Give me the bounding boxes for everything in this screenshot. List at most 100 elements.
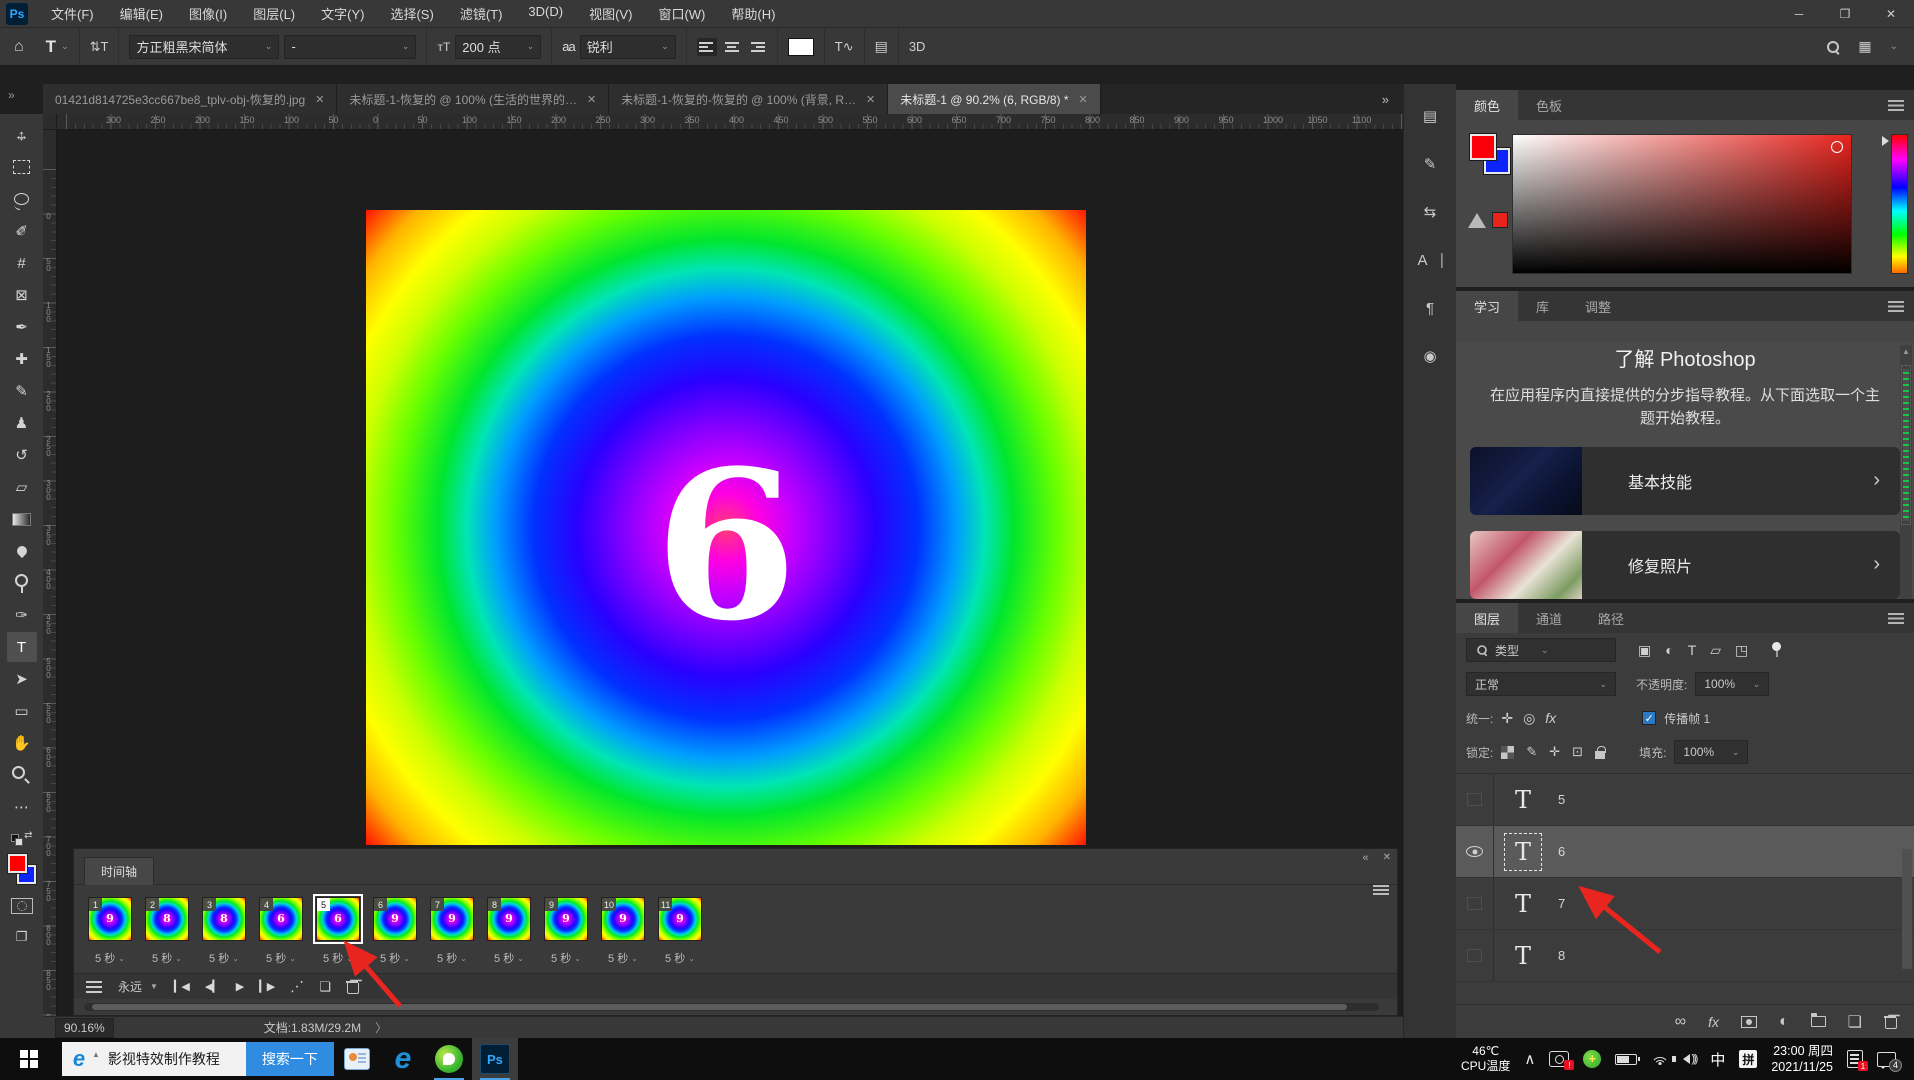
- frame-duration-select[interactable]: 5 秒⌄: [373, 950, 417, 966]
- new-group-icon[interactable]: [1811, 1016, 1826, 1027]
- new-layer-icon[interactable]: ❏: [1848, 1012, 1862, 1032]
- frame-duration-select[interactable]: 5 秒⌄: [430, 950, 474, 966]
- previous-frame-button[interactable]: ◀▎: [205, 980, 220, 993]
- delete-layer-icon[interactable]: [1884, 1015, 1896, 1028]
- gradient-tool[interactable]: [7, 504, 37, 534]
- menu-item[interactable]: 图层(L): [240, 0, 308, 27]
- document-tab[interactable]: 未标题-1-恢复的-恢复的 @ 100% (背景, R… ✕: [609, 84, 888, 114]
- workspace-icon[interactable]: ▦: [1858, 38, 1871, 55]
- lock-position-icon[interactable]: ✛: [1549, 744, 1560, 760]
- visibility-toggle[interactable]: [1456, 826, 1494, 877]
- taskbar-app-contacts[interactable]: [334, 1038, 380, 1080]
- document-tab[interactable]: 未标题-1 @ 90.2% (6, RGB/8) * ✕: [888, 84, 1100, 114]
- libraries-panel-icon[interactable]: ▤: [1415, 102, 1445, 130]
- frame-thumbnail[interactable]: 3 8: [202, 897, 246, 941]
- convert-to-video-timeline-icon[interactable]: [86, 981, 102, 993]
- blend-mode-select[interactable]: 正常⌄: [1466, 672, 1616, 696]
- frame-thumbnail[interactable]: 4 6: [259, 897, 303, 941]
- tab-close-icon[interactable]: ✕: [1079, 93, 1088, 106]
- layer-thumbnail[interactable]: T: [1504, 833, 1542, 871]
- lock-all-icon[interactable]: [1595, 751, 1605, 759]
- frame-thumbnail[interactable]: 9 9: [544, 897, 588, 941]
- animation-frame[interactable]: 4 6 5 秒⌄: [259, 897, 303, 966]
- document-tab[interactable]: 01421d814725e3cc667be8_tplv-obj-恢复的.jpg …: [43, 84, 337, 114]
- loop-select[interactable]: 永远 ▼: [118, 978, 158, 995]
- menu-item[interactable]: 滤镜(T): [447, 0, 516, 27]
- menu-item[interactable]: 窗口(W): [645, 0, 718, 27]
- panel-tab[interactable]: 路径: [1580, 603, 1642, 633]
- minimize-button[interactable]: ─: [1776, 0, 1822, 27]
- frame-thumbnail[interactable]: 7 9: [430, 897, 474, 941]
- foreground-background-swatches[interactable]: [7, 854, 37, 884]
- animation-frame[interactable]: 11 9 5 秒⌄: [658, 897, 702, 966]
- panel-tab[interactable]: 颜色: [1456, 90, 1518, 120]
- panel-menu-icon[interactable]: [1888, 301, 1904, 312]
- marquee-tool[interactable]: [7, 152, 37, 182]
- align-center-icon[interactable]: [722, 38, 742, 56]
- paragraph-panel-icon[interactable]: ¶: [1415, 294, 1445, 322]
- vertical-ruler[interactable]: 0501001502002503003504004505005506006507…: [43, 130, 57, 1016]
- properties-panel-icon[interactable]: ◉: [1415, 342, 1445, 370]
- 3d-mode-label[interactable]: 3D: [909, 39, 926, 54]
- filter-type-layers-icon[interactable]: T: [1688, 642, 1697, 658]
- panel-tab[interactable]: 库: [1518, 291, 1567, 321]
- tool-preset-chevron-icon[interactable]: ⌄: [61, 41, 69, 52]
- document-tab[interactable]: 未标题-1-恢复的 @ 100% (生活的世界的… ✕: [337, 84, 609, 114]
- color-swatches[interactable]: [1470, 134, 1514, 178]
- frame-thumbnail[interactable]: 5 6: [316, 897, 360, 941]
- wifi-icon[interactable]: [1651, 1052, 1669, 1066]
- layer-filter-select[interactable]: 类型 ⌄: [1466, 638, 1616, 662]
- lock-transparent-pixels-icon[interactable]: [1501, 746, 1514, 759]
- menu-item[interactable]: 编辑(E): [107, 0, 176, 27]
- align-right-icon[interactable]: [747, 38, 767, 56]
- scroll-up-icon[interactable]: ▲: [1900, 347, 1912, 356]
- foreground-color-swatch[interactable]: [1470, 134, 1496, 160]
- animation-frame[interactable]: 10 9 5 秒⌄: [601, 897, 645, 966]
- animation-frame[interactable]: 1 9 5 秒⌄: [88, 897, 132, 966]
- text-color-swatch[interactable]: [788, 38, 814, 56]
- lock-image-pixels-icon[interactable]: ✎: [1526, 744, 1537, 760]
- hue-slider[interactable]: [1891, 134, 1908, 274]
- add-mask-icon[interactable]: [1741, 1016, 1757, 1028]
- antivirus-shield-icon[interactable]: [1583, 1050, 1601, 1068]
- workspace-chevron-icon[interactable]: ⌄: [1890, 41, 1898, 52]
- warp-text-icon[interactable]: T∿: [835, 39, 854, 55]
- pen-tool[interactable]: ✑: [7, 600, 37, 630]
- foreground-color-swatch[interactable]: [8, 854, 27, 873]
- dodge-tool[interactable]: [7, 568, 37, 598]
- taskbar-app-photoshop[interactable]: Ps: [472, 1038, 518, 1080]
- animation-frame[interactable]: 7 9 5 秒⌄: [430, 897, 474, 966]
- anti-alias-select[interactable]: 锐利⌄: [580, 35, 676, 59]
- toggle-panels-icon[interactable]: ▤: [875, 38, 888, 55]
- tray-expand-icon[interactable]: ∧: [1524, 1050, 1535, 1068]
- color-field-cursor[interactable]: [1831, 141, 1843, 153]
- 5[interactable]: T 5: [1456, 774, 1914, 826]
- screen-mode-icon[interactable]: ❐: [7, 922, 37, 952]
- animation-frame[interactable]: 8 9 5 秒⌄: [487, 897, 531, 966]
- ime-language-indicator[interactable]: 中: [1710, 1049, 1725, 1070]
- opacity-select[interactable]: 100%⌄: [1695, 672, 1769, 696]
- taskbar-search-box[interactable]: e ▲ 影视特效制作教程 搜索一下: [62, 1042, 334, 1076]
- timeline-scrollbar[interactable]: [84, 1003, 1379, 1011]
- first-frame-button[interactable]: ▎◀: [174, 980, 189, 993]
- layer-name[interactable]: 8: [1558, 948, 1565, 963]
- frame-thumbnail[interactable]: 11 9: [658, 897, 702, 941]
- eyedropper-tool[interactable]: ✒: [7, 312, 37, 342]
- clock[interactable]: 23:00 周四2021/11/25: [1771, 1043, 1833, 1076]
- clone-stamp-tool[interactable]: ♟: [7, 408, 37, 438]
- menu-item[interactable]: 文件(F): [38, 0, 107, 27]
- tutorial-card[interactable]: 修复照片 ›: [1470, 531, 1900, 599]
- font-size-select[interactable]: 200 点⌄: [455, 35, 541, 59]
- document-canvas[interactable]: 6: [366, 210, 1086, 845]
- timeline-tab[interactable]: 时间轴: [84, 857, 154, 885]
- tab-overflow-icon[interactable]: »: [1368, 92, 1403, 107]
- panel-menu-icon[interactable]: [1888, 613, 1904, 624]
- toolbar-collapse-icon[interactable]: »: [8, 88, 15, 102]
- taskbar-app-edge[interactable]: e: [380, 1038, 426, 1080]
- menu-item[interactable]: 帮助(H): [718, 0, 788, 27]
- menu-item[interactable]: 文字(Y): [308, 0, 377, 27]
- menu-item[interactable]: 3D(D): [515, 0, 576, 27]
- tween-frames-icon[interactable]: ⋰: [290, 978, 303, 995]
- layer-thumbnail[interactable]: T: [1504, 781, 1542, 819]
- frame-thumbnail[interactable]: 10 9: [601, 897, 645, 941]
